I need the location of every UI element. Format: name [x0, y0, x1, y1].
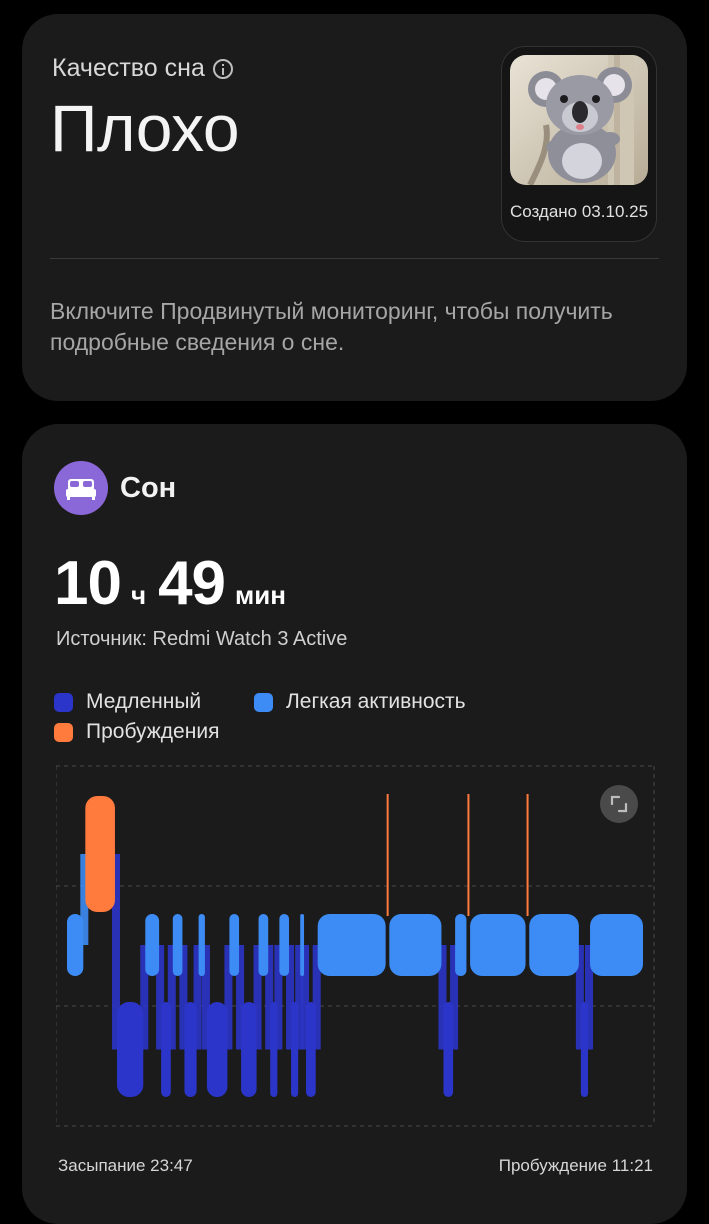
sleep-stage-bar — [172, 914, 183, 976]
awake-spike — [467, 794, 470, 916]
chart-bars — [67, 794, 643, 1097]
expand-icon[interactable] — [600, 785, 638, 823]
sleep-avatar-card[interactable]: Создано 03.10.25 — [501, 46, 657, 242]
sleep-stage-bar — [279, 914, 290, 976]
sleep-stage-bar — [67, 914, 84, 976]
sleep-start-time: Засыпание 23:47 — [58, 1156, 193, 1175]
sleep-stage-bar — [116, 1002, 144, 1097]
sleep-stage-bar — [580, 1002, 589, 1097]
info-icon[interactable] — [212, 58, 233, 79]
sleep-stage-bar — [443, 1002, 454, 1097]
sleep-quality-header: Качество сна — [52, 54, 233, 83]
sleep-quality-card[interactable]: Качество сна Плохо Создано 03.10.25 Вклю… — [22, 14, 687, 401]
sleep-stage-bar — [85, 796, 115, 912]
legend-label: Пробуждения — [86, 720, 220, 743]
legend-label: Легкая активность — [286, 690, 466, 713]
duration-minutes-unit: мин — [235, 580, 286, 610]
duration-hours: 10 — [54, 549, 122, 618]
duration-hours-unit: ч — [130, 580, 147, 610]
sleep-stage-bar — [161, 1002, 171, 1097]
sleep-stage-bar — [229, 914, 240, 976]
sleep-duration: 10 ч 49 мин — [54, 548, 298, 619]
duration-minutes: 49 — [158, 549, 226, 618]
sleep-stage-bar — [291, 1002, 299, 1097]
divider — [50, 258, 659, 259]
avatar-created-date: Создано 03.10.25 — [509, 202, 649, 221]
sleep-stage-bar — [300, 914, 305, 976]
sleep-stage-bar — [145, 914, 160, 976]
sleep-stage-chart[interactable] — [55, 764, 656, 1128]
sleep-stage-bar — [258, 914, 269, 976]
legend-swatch-light — [254, 692, 273, 712]
sleep-title: Сон — [120, 472, 177, 504]
data-source: Источник: Redmi Watch 3 Active — [56, 628, 348, 650]
legend-item-awake: Пробуждения — [54, 720, 219, 744]
legend-label: Медленный — [86, 690, 202, 713]
sleep-stage-bar — [529, 914, 579, 976]
sleep-stage-bar — [590, 914, 643, 976]
advanced-monitoring-hint: Включите Продвинутый мониторинг, чтобы п… — [50, 298, 613, 355]
sleep-stage-bar — [317, 914, 386, 976]
sleep-quality-value: Плохо — [50, 91, 240, 165]
sleep-stage-bar — [389, 914, 442, 976]
legend-swatch-awake — [54, 722, 73, 742]
sleep-stage-bar — [270, 1002, 278, 1097]
sleep-stage-bar — [455, 914, 467, 976]
awake-spike — [386, 794, 389, 916]
koala-avatar-image — [510, 55, 648, 185]
bed-icon — [54, 461, 108, 515]
sleep-stage-bar — [241, 1002, 257, 1097]
legend-swatch-deep — [54, 692, 73, 712]
sleep-card[interactable]: Сон 10 ч 49 мин Источник: Redmi Watch 3 … — [22, 424, 687, 1224]
wake-up-time: Пробуждение 11:21 — [498, 1156, 653, 1175]
awake-spike — [526, 794, 529, 916]
sleep-stage-bar — [198, 914, 205, 976]
legend-item-deep: Медленный — [54, 690, 201, 714]
sleep-stage-bar — [184, 1002, 197, 1097]
sleep-stage-bar — [470, 914, 526, 976]
sleep-quality-label: Качество сна — [52, 54, 205, 82]
sleep-stage-bar — [206, 1002, 228, 1097]
sleep-stage-bar — [306, 1002, 316, 1097]
legend-item-light: Легкая активность — [254, 690, 466, 714]
